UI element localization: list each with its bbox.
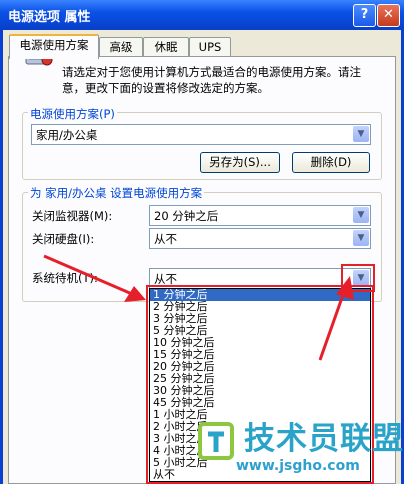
tab-power-schemes[interactable]: 电源使用方案	[9, 34, 99, 59]
title-bar[interactable]: 电源选项 属性 ? ✕	[0, 0, 404, 30]
watermark-logo-icon	[198, 422, 234, 460]
window-title: 电源选项 属性	[8, 10, 91, 25]
tab-label: 电源使用方案	[19, 38, 89, 52]
scheme-dropdown[interactable]: 家用/办公桌 ▼	[31, 124, 371, 145]
annotation-arrow-left	[43, 254, 146, 302]
disk-label: 关闭硬盘(I):	[32, 232, 95, 246]
monitor-value: 20 分钟之后	[154, 209, 219, 223]
delete-button[interactable]: 删除(D)	[292, 152, 370, 173]
chevron-down-icon[interactable]: ▼	[353, 126, 369, 142]
tab-label: 休眠	[154, 40, 178, 54]
monitor-label: 关闭监视器(M):	[32, 209, 113, 223]
tab-hibernate[interactable]: 休眠	[143, 37, 189, 57]
tab-advanced[interactable]: 高级	[99, 37, 143, 57]
close-button[interactable]: ✕	[377, 4, 400, 27]
scheme-value: 家用/办公桌	[36, 128, 98, 142]
help-button[interactable]: ?	[353, 4, 376, 27]
intro-text: 请选定对于您使用计算机方式最适合的电源使用方案。请注意，更改下面的设置将修改选定…	[62, 65, 361, 95]
watermark-text: 技术员联盟	[244, 421, 404, 457]
scheme-group-label: 电源使用方案(P)	[28, 106, 117, 122]
monitor-dropdown[interactable]: 20 分钟之后 ▼	[149, 205, 371, 226]
tab-label: UPS	[198, 40, 222, 54]
tab-label: 高级	[109, 40, 133, 54]
disk-value: 从不	[154, 232, 177, 246]
disk-dropdown[interactable]: 从不 ▼	[149, 228, 371, 249]
chevron-down-icon[interactable]: ▼	[353, 230, 369, 246]
chevron-down-icon[interactable]: ▼	[353, 207, 369, 223]
settings-group-label: 为 家用/办公桌 设置电源使用方案	[28, 185, 205, 201]
watermark-url: www.jsgho.com	[236, 458, 360, 474]
annotation-arrow-up	[318, 276, 354, 361]
tab-ups[interactable]: UPS	[189, 37, 231, 57]
save-as-button[interactable]: 另存为(S)...	[200, 152, 280, 173]
